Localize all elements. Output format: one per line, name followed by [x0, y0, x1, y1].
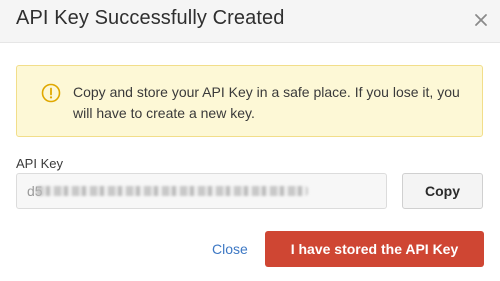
dialog-title: API Key Successfully Created — [16, 7, 285, 29]
warning-alert: Copy and store your API Key in a safe pl… — [16, 65, 483, 137]
alert-message: Copy and store your API Key in a safe pl… — [73, 84, 460, 121]
copy-button[interactable]: Copy — [402, 173, 483, 209]
dialog-header: API Key Successfully Created — [0, 0, 500, 43]
api-key-label: API Key — [16, 156, 63, 171]
api-key-created-dialog: API Key Successfully Created Copy and st… — [0, 0, 500, 281]
close-link[interactable]: Close — [212, 241, 248, 257]
warning-circle-icon — [41, 83, 61, 103]
close-icon[interactable] — [472, 11, 490, 29]
obscured-key-text — [36, 186, 308, 196]
confirm-stored-button[interactable]: I have stored the API Key — [265, 231, 484, 267]
